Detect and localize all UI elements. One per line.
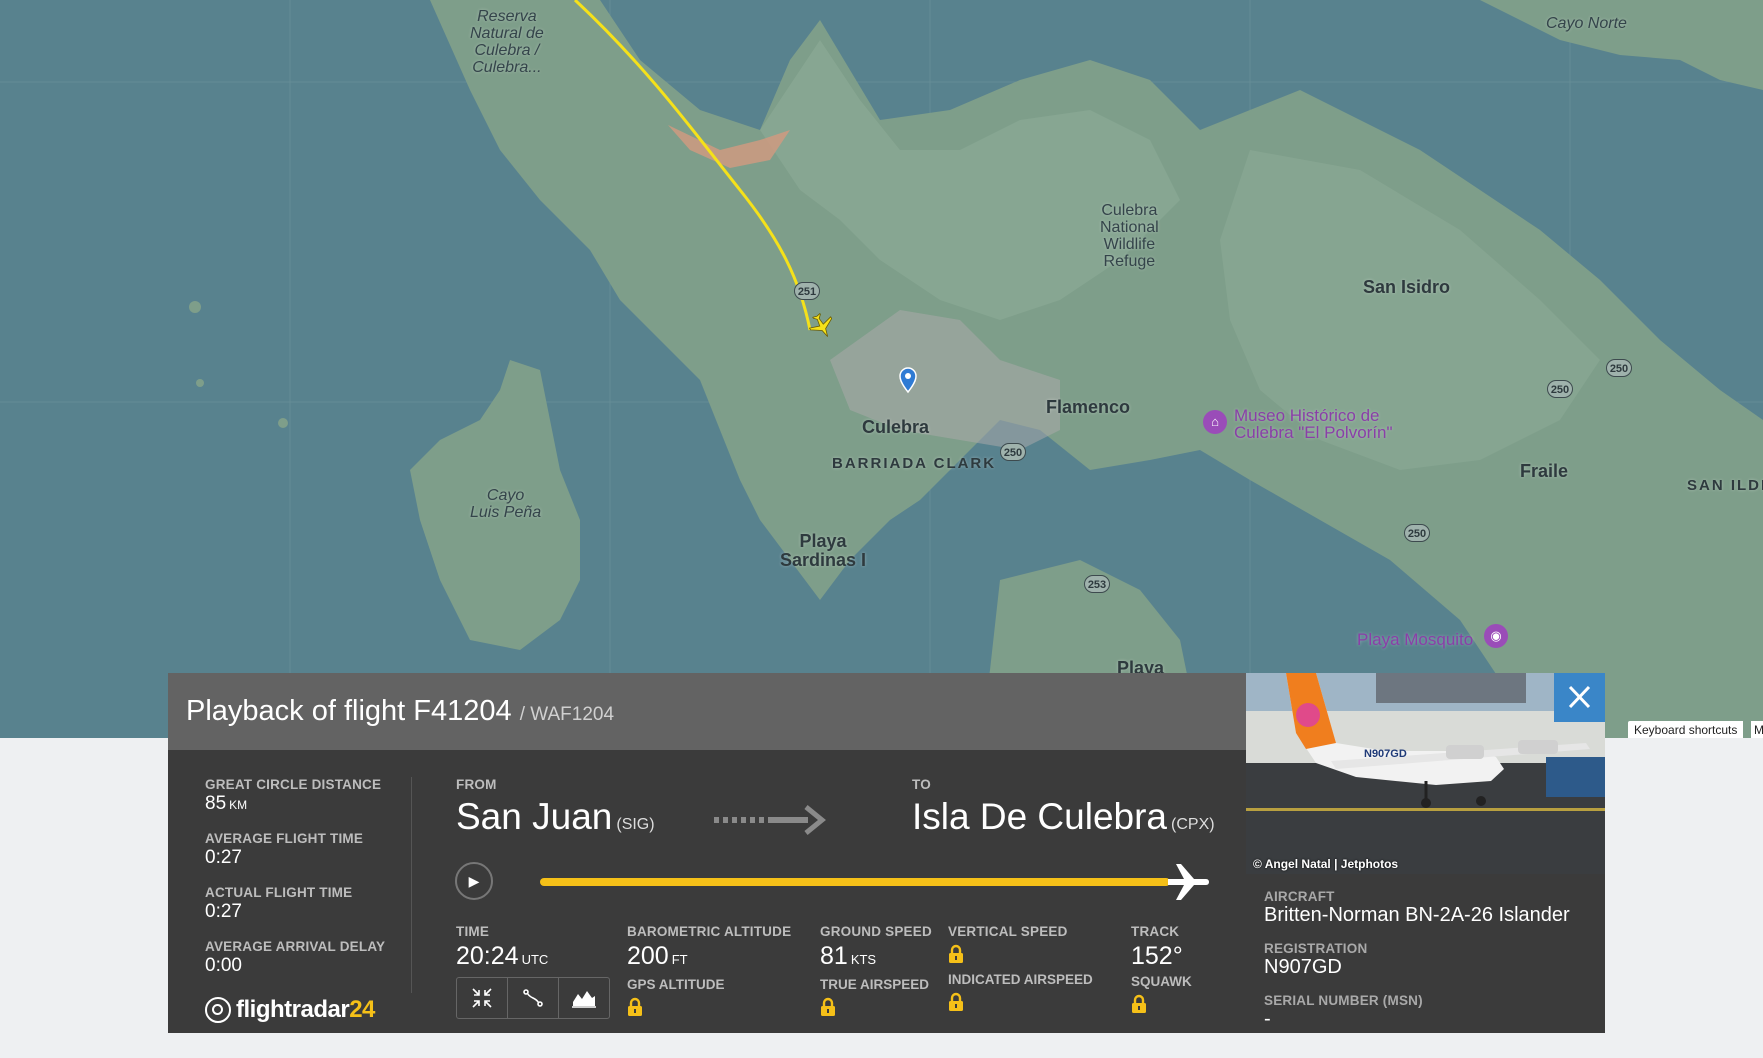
from-city[interactable]: San Juan [456,796,612,837]
aircraft-image: N907GD [1246,673,1605,874]
metric-ground-speed: GROUND SPEED 81 KTS TRUE AIRSPEED [820,924,932,1022]
lock-icon[interactable] [948,944,964,964]
route-to: TO Isla De Culebra (CPX) [912,777,1215,837]
lock-icon[interactable] [627,997,643,1017]
divider [411,777,412,993]
playback-toolbar [456,977,610,1019]
radar-logo-icon [205,997,231,1023]
route-button[interactable] [508,978,559,1018]
aircraft-type: AIRCRAFT Britten-Norman BN-2A-26 Islande… [1264,889,1570,926]
chart-icon [572,991,596,1008]
aircraft-registration: REGISTRATION N907GD [1264,941,1368,978]
flight-stats: GREAT CIRCLE DISTANCE 85 KM AVERAGE FLIGH… [205,777,385,993]
map-label-reserva: Reserva Natural de Culebra / Culebra... [470,8,544,76]
lock-icon[interactable] [948,992,964,1012]
collapse-button[interactable] [457,978,508,1018]
keyboard-shortcuts-link[interactable]: Keyboard shortcuts [1628,721,1744,738]
road-shield: 250 [1606,359,1632,377]
aircraft-info: N907GD © Angel Natal | Jetphotos AIRCRAF… [1246,673,1605,1033]
photo-registration-text: N907GD [1364,748,1407,760]
map-label-culebra: Culebra [862,417,930,437]
panel-header: Playback of flight F41204 / WAF1204 [168,673,1246,750]
aircraft-details: AIRCRAFT Britten-Norman BN-2A-26 Islande… [1264,889,1570,1045]
map-label-museo[interactable]: Museo Histórico de Culebra "El Polvorín" [1234,407,1393,441]
lock-icon[interactable] [1131,994,1147,1014]
metric-barometric-altitude: BAROMETRIC ALTITUDE 200 FT GPS ALTITUDE [627,924,791,1022]
road-shield: 250 [1000,443,1026,461]
panel-title: Playback of flight F41204 / WAF1204 [186,695,615,727]
chart-button[interactable] [559,978,609,1018]
panel-body: GREAT CIRCLE DISTANCE 85 KM AVERAGE FLIGH… [168,750,1246,1033]
stat-actual-flight-time: ACTUAL FLIGHT TIME 0:27 [205,885,353,922]
flight-playback-panel: Playback of flight F41204 / WAF1204 GREA… [168,673,1605,1033]
collapse-icon [472,988,492,1008]
map-label-refuge: Culebra National Wildlife Refuge [1100,202,1159,270]
play-button[interactable]: ▶ [455,862,493,900]
map-label-cayo-norte: Cayo Norte [1546,15,1627,32]
close-button[interactable] [1554,673,1605,722]
map-attribution-link[interactable]: M [1751,721,1763,738]
road-shield: 250 [1547,380,1573,398]
map-label-san-isidro: San Isidro [1363,277,1451,297]
map-label-barriada-clark: BARRIADA CLARK [832,455,997,472]
metric-vertical-speed: VERTICAL SPEED INDICATED AIRSPEED [948,924,1093,1017]
map-label-playa-mosquito[interactable]: Playa Mosquito [1357,631,1473,648]
map-view[interactable]: Reserva Natural de Culebra / Culebra... … [0,0,1763,738]
close-icon [1568,685,1591,709]
metric-time: TIME 20:24 UTC [456,924,549,970]
route-arrow-icon [714,805,826,835]
flightradar24-logo[interactable]: flightradar24 [205,996,375,1024]
stat-arrival-delay: AVERAGE ARRIVAL DELAY 0:00 [205,939,386,976]
map-label-fraile: Fraile [1520,461,1569,481]
aircraft-photo[interactable]: N907GD © Angel Natal | Jetphotos [1246,673,1605,874]
road-shield: 250 [1404,524,1430,542]
route-from: FROM San Juan (SIG) [456,777,655,837]
route-icon [523,989,543,1007]
map-label-san-ilde: SAN ILDE [1687,477,1763,494]
road-shield: 253 [1084,575,1110,593]
to-code: (CPX) [1171,816,1215,833]
map-label-playa-sardinas: Playa Sardinas I [780,531,867,570]
lock-icon[interactable] [820,997,836,1017]
photo-credit[interactable]: © Angel Natal | Jetphotos [1253,857,1398,871]
aircraft-serial-number: SERIAL NUMBER (MSN) - [1264,993,1423,1030]
playback-airplane-icon[interactable] [1163,857,1213,907]
to-city[interactable]: Isla De Culebra [912,796,1167,837]
metric-track: TRACK 152° SQUAWK [1131,924,1192,1019]
camera-icon[interactable]: ◉ [1484,624,1508,648]
playback-progress-bar[interactable] [540,878,1170,886]
panel-subtitle: / WAF1204 [519,704,615,725]
museum-icon[interactable]: ⌂ [1203,410,1227,434]
map-label-cayo-luis-pena: Cayo Luis Peña [470,487,542,521]
stat-avg-flight-time: AVERAGE FLIGHT TIME 0:27 [205,831,364,868]
stat-distance: GREAT CIRCLE DISTANCE 85 KM [205,777,382,814]
map-label-flamenco: Flamenco [1046,397,1131,417]
road-shield: 251 [794,282,820,300]
from-code: (SIG) [616,816,655,833]
